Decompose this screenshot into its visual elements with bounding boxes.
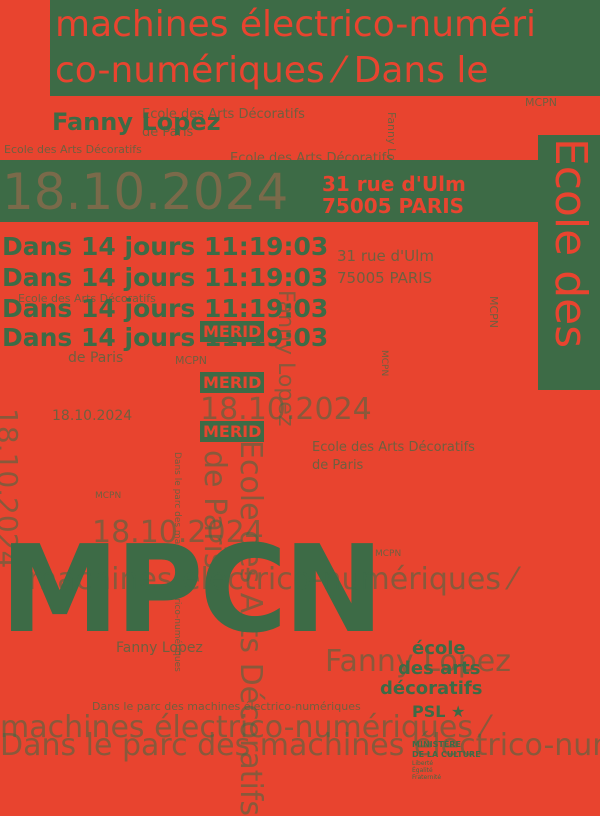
brand-psl: PSL ★ — [412, 702, 466, 721]
author-echo-1: Fanny Lopez — [116, 640, 203, 656]
abbr-vert-1: MCPN — [487, 296, 500, 329]
address-echo-city: 75005 PARIS — [337, 269, 433, 287]
address-street: 31 rue d'Ulm — [322, 172, 466, 196]
tag-2: MERID — [200, 372, 265, 393]
tag-1: MERID — [200, 321, 265, 342]
countdown-2: Dans 14 jours 11:19:03 — [2, 263, 329, 292]
date-echo-1: 18.10.2024 — [52, 408, 133, 424]
side-band-text: Ecole des — [545, 138, 596, 349]
abbr-1: MCPN — [175, 354, 208, 367]
school-5: Ecole des Arts Décoratifs — [312, 440, 475, 455]
abbr-vert-2: MCPN — [379, 350, 389, 377]
brand-ministry-3: Liberté Égalité Fraternité — [412, 760, 442, 781]
date-large: 18.10.2024 — [2, 163, 289, 221]
school-1: Ecole des Arts Décoratifs — [142, 107, 305, 122]
school-city-1: de Paris — [142, 125, 194, 140]
tagline2-echo: Dans le parc des machines électrico-numé… — [0, 728, 600, 763]
top-band-line-2: co-numériques ⁄ Dans le — [55, 50, 489, 91]
countdown-1: Dans 14 jours 11:19:03 — [2, 232, 329, 261]
address-city: 75005 PARIS — [322, 194, 465, 218]
abbr-tr: MCPN — [525, 96, 558, 109]
brand-ministry-1: MINISTÈRE — [412, 740, 461, 749]
brand-ministry-2: DE LA CULTURE — [412, 750, 481, 759]
brand-l2: des arts — [398, 658, 481, 679]
address-echo-street: 31 rue d'Ulm — [337, 247, 434, 265]
brand-l1: école — [412, 638, 466, 659]
top-band-line-1: machines électrico-numéri — [55, 4, 537, 45]
abbr-2: MCPN — [95, 491, 122, 501]
school-city-3: de Paris — [312, 458, 364, 473]
school-4: Ecole des Arts Décoratifs — [18, 292, 156, 305]
school-2: Ecole des Arts Décoratifs — [4, 143, 142, 156]
school-city-2: de Paris — [68, 350, 124, 366]
brand-l3: décoratifs — [380, 678, 483, 699]
tagline-echo: machines électrico-numériques ⁄ — [28, 562, 516, 597]
author-rot-1: Fanny Lopez — [273, 290, 298, 427]
